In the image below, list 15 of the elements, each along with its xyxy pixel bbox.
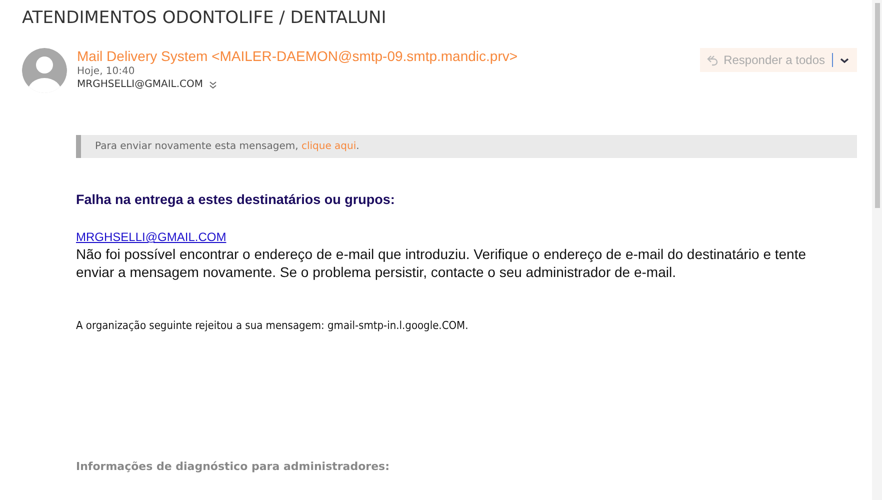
resend-link[interactable]: clique aqui	[301, 141, 356, 152]
recipient-address[interactable]: MRGHSELLI@GMAIL.COM	[77, 79, 204, 90]
rejection-text: A organização seguinte rejeitou a sua mensagem: gmail-smtp-in.l.google.COM.	[76, 319, 470, 332]
scrollbar[interactable]	[872, 0, 882, 500]
sender-name[interactable]: Mail Delivery System <MAILER-DAEMON@smtp-09.smtp.mandic.prv>	[77, 48, 690, 64]
failure-heading: Falha na entrega a estes destinatários ou grupos:	[76, 192, 396, 207]
reply-all-icon	[706, 54, 719, 66]
recipient-link[interactable]: MRGHSELLI@GMAIL.COM	[76, 230, 226, 244]
sent-time: Hoje, 10:40	[77, 66, 136, 77]
email-subject: ATENDIMENTOS ODONTOLIFE / DENTALUNI	[22, 8, 388, 28]
avatar-icon	[22, 48, 67, 93]
diagnostics-heading: Informações de diagnóstico para administradores:	[76, 460, 390, 473]
expand-icon[interactable]	[209, 80, 218, 88]
error-message: Não foi possível encontrar o endereço de e-mail que introduziu. Verifique o endereço de e-mail do destinatário e tente enviar a mensagem novamente. Se o problema persistir, contacte o seu administrador de e-mail.	[76, 245, 808, 281]
resend-notice: Para enviar novamente esta mensagem, clique aqui.	[76, 135, 857, 158]
